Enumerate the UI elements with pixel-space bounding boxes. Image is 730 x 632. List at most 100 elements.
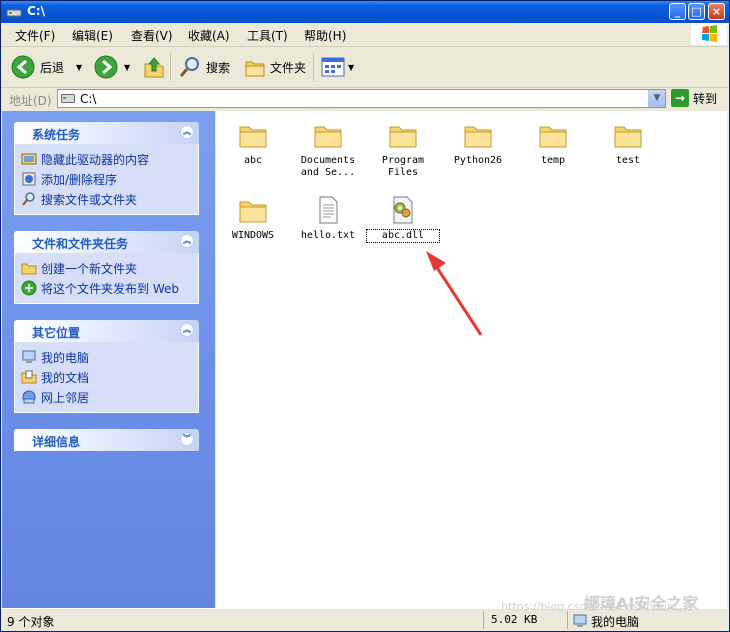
address-bar: 地址(D) C:\ ▼ → 转到: [1, 88, 729, 110]
place-label: 网上邻居: [41, 390, 90, 405]
file-view: abc Documents and Se... Program Files Py…: [216, 111, 727, 608]
up-folder-button[interactable]: [143, 53, 165, 81]
status-divider: [483, 611, 484, 629]
folder-icon: [614, 126, 642, 148]
forward-button[interactable]: ▼: [94, 53, 130, 81]
group-title: 详细信息: [32, 435, 81, 449]
window-title: C:\: [27, 4, 45, 18]
collapse-chevron-icon[interactable]: ︽: [180, 323, 194, 337]
menu-help[interactable]: 帮助(H): [304, 27, 346, 44]
forward-dropdown-icon[interactable]: ▼: [124, 63, 130, 72]
task-label: 创建一个新文件夹: [41, 261, 138, 276]
address-input[interactable]: C:\ ▼: [57, 89, 666, 108]
group-title: 系统任务: [32, 128, 81, 142]
expand-chevron-icon[interactable]: ︾: [180, 432, 194, 446]
drive-icon: [61, 94, 75, 103]
group-title: 其它位置: [32, 326, 81, 340]
collapse-chevron-icon[interactable]: ︽: [180, 234, 194, 248]
task-publish-web[interactable]: 将这个文件夹发布到 Web: [15, 278, 198, 298]
address-value: C:\: [80, 92, 97, 106]
my-computer-icon: [22, 350, 36, 363]
folder-item[interactable]: abc: [217, 119, 289, 167]
folder-item[interactable]: WINDOWS: [217, 194, 289, 242]
annotation-arrow: [426, 251, 483, 336]
views-button[interactable]: ▼: [321, 53, 354, 81]
folder-item[interactable]: Documents and Se...: [292, 119, 364, 179]
back-arrow-icon: [11, 55, 35, 79]
task-label: 隐藏此驱动器的内容: [41, 152, 150, 167]
file-folder-tasks-group: 文件和文件夹任务 ︽ 创建一个新文件夹 将这个文件夹发布到 Web: [14, 231, 199, 304]
file-folder-tasks-header[interactable]: 文件和文件夹任务 ︽: [14, 231, 199, 253]
task-hide-drive-contents[interactable]: 隐藏此驱动器的内容: [15, 149, 198, 169]
search-button[interactable]: 搜索: [178, 53, 230, 81]
search-icon: [22, 192, 35, 206]
toolbar-separator: [313, 53, 314, 81]
go-button[interactable]: → 转到: [671, 89, 717, 107]
file-name: hello.txt: [300, 230, 356, 241]
folder-item[interactable]: temp: [517, 119, 589, 167]
menu-edit[interactable]: 编辑(E): [72, 27, 113, 44]
menu-tools[interactable]: 工具(T): [247, 27, 288, 44]
object-count: 9 个对象: [7, 615, 55, 629]
other-places-group: 其它位置 ︽ 我的电脑 我的文档 网上邻居: [14, 320, 199, 413]
task-pane: 系统任务 ︽ 隐藏此驱动器的内容 添加/删除程序 搜索文件或文件夹 文件和文件夹…: [2, 111, 215, 608]
up-folder-icon: [144, 57, 164, 78]
folder-item[interactable]: test: [592, 119, 664, 167]
task-label: 搜索文件或文件夹: [41, 192, 138, 207]
maximize-button[interactable]: □: [688, 3, 705, 20]
task-add-remove-programs[interactable]: 添加/删除程序: [15, 169, 198, 189]
menu-bar: 文件(F) 编辑(E) 查看(V) 收藏(A) 工具(T) 帮助(H): [1, 23, 729, 47]
system-tasks-header[interactable]: 系统任务 ︽: [14, 122, 199, 144]
file-name: Program Files: [381, 155, 425, 178]
network-places-icon: [22, 390, 36, 404]
group-title: 文件和文件夹任务: [32, 237, 129, 251]
system-tasks-body: 隐藏此驱动器的内容 添加/删除程序 搜索文件或文件夹: [14, 144, 199, 215]
collapse-chevron-icon[interactable]: ︽: [180, 125, 194, 139]
file-name: Documents and Se...: [300, 155, 356, 178]
details-header[interactable]: 详细信息 ︾: [14, 429, 199, 451]
views-dropdown-icon[interactable]: ▼: [348, 63, 354, 72]
folder-item[interactable]: Program Files: [367, 119, 439, 179]
back-button[interactable]: 后退 ▼: [11, 53, 82, 81]
folder-item[interactable]: Python26: [442, 119, 514, 167]
text-file-icon: [319, 196, 338, 224]
address-label: 地址(D): [9, 94, 52, 108]
title-bar[interactable]: C:\ _ □ ×: [1, 1, 729, 23]
search-label: 搜索: [206, 60, 231, 75]
file-name: Python26: [453, 155, 503, 166]
folder-icon: [464, 126, 492, 148]
task-search-files[interactable]: 搜索文件或文件夹: [15, 189, 198, 209]
task-label: 将这个文件夹发布到 Web: [41, 281, 179, 296]
menu-view[interactable]: 查看(V): [131, 27, 173, 44]
back-dropdown-icon[interactable]: ▼: [76, 63, 82, 72]
windows-logo-icon: [691, 23, 727, 45]
other-places-header[interactable]: 其它位置 ︽: [14, 320, 199, 342]
publish-web-icon: [21, 280, 37, 296]
file-name: temp: [540, 155, 566, 166]
place-my-computer[interactable]: 我的电脑: [15, 347, 198, 367]
minimize-button[interactable]: _: [669, 3, 686, 20]
place-label: 我的文档: [41, 370, 90, 385]
address-dropdown-icon[interactable]: ▼: [648, 90, 665, 107]
other-places-body: 我的电脑 我的文档 网上邻居: [14, 342, 199, 413]
folders-icon: [245, 61, 265, 77]
file-folder-tasks-body: 创建一个新文件夹 将这个文件夹发布到 Web: [14, 253, 199, 304]
toolbar-separator: [170, 53, 171, 81]
file-item-selected[interactable]: abc.dll: [366, 194, 440, 243]
go-arrow-icon: →: [671, 89, 689, 107]
place-label: 我的电脑: [41, 350, 90, 365]
folder-icon: [539, 126, 567, 148]
folders-label: 文件夹: [270, 60, 307, 75]
menu-file[interactable]: 文件(F): [15, 27, 55, 44]
place-network[interactable]: 网上邻居: [15, 387, 198, 407]
dll-file-icon: [393, 196, 413, 224]
drive-icon: [6, 9, 22, 17]
close-button[interactable]: ×: [708, 3, 725, 20]
menu-favorites[interactable]: 收藏(A): [188, 27, 230, 44]
my-computer-icon: [573, 614, 587, 627]
folders-button[interactable]: 文件夹: [243, 53, 306, 81]
file-item[interactable]: hello.txt: [292, 194, 364, 242]
go-label: 转到: [693, 91, 718, 106]
task-new-folder[interactable]: 创建一个新文件夹: [15, 258, 198, 278]
place-my-documents[interactable]: 我的文档: [15, 367, 198, 387]
